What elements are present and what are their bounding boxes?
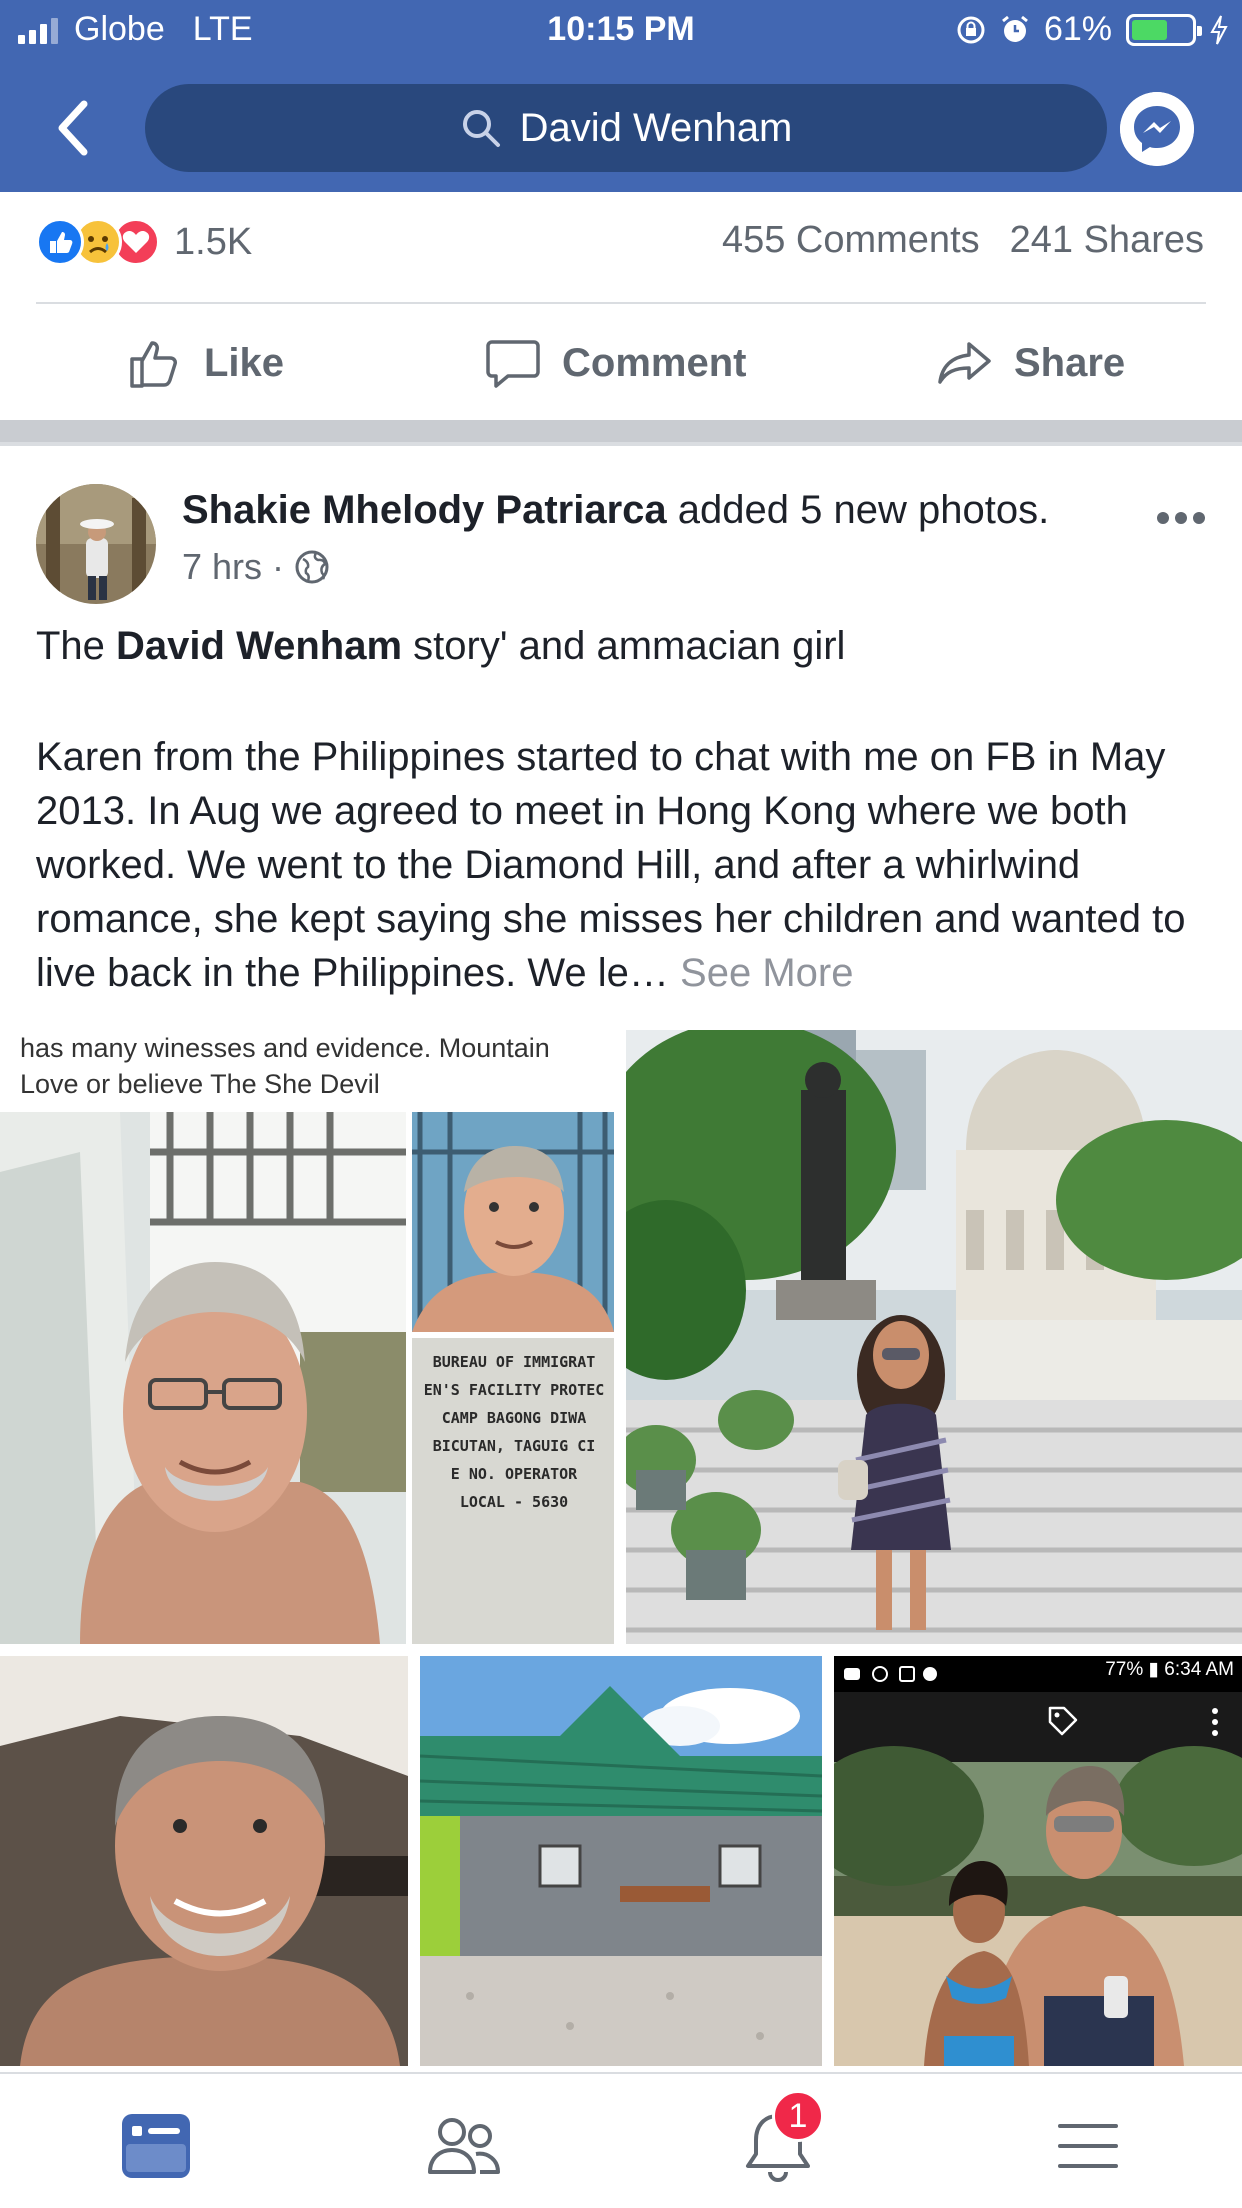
reaction-count: 1.5K [174,220,253,263]
photo-couple-beach[interactable]: 77% ▮ 6:34 AM [834,1656,1242,2066]
share-label: Share [1014,340,1126,385]
comment-icon [486,340,540,388]
menu-icon [1058,2124,1118,2168]
tagged-page-link[interactable]: David Wenham [116,624,402,668]
tag-icon [1048,1706,1078,1736]
photo-woman-statue[interactable] [626,1030,1242,1644]
notification-badge: 1 [772,2090,824,2142]
tab-friends[interactable] [424,2106,504,2186]
see-more-link[interactable]: See More [669,951,853,995]
post-time[interactable]: 7 hrs [182,546,262,588]
author-name[interactable]: Shakie Mhelody Patriarca [182,488,667,532]
tab-notifications[interactable]: 1 [738,2090,824,2186]
search-bar[interactable]: David Wenham [145,84,1107,172]
feed-separator [0,420,1242,446]
comments-count[interactable]: 455 Comments [722,219,980,262]
share-button[interactable]: Share [936,334,1125,392]
photo-house[interactable] [420,1656,822,2066]
tab-news-feed[interactable] [116,2106,196,2186]
post-title: The David Wenham story' and ammacian gir… [36,624,846,668]
post-body: Karen from the Philippines started to ch… [36,730,1216,1000]
photo-man-selfie[interactable] [0,1656,408,2066]
thumbs-up-icon [130,341,177,388]
back-arrow-icon[interactable] [50,96,98,160]
battery-icon [1126,13,1202,46]
post-body-text: Karen from the Philippines started to ch… [36,735,1186,995]
phone-status-text: 77% ▮ 6:34 AM [1105,1659,1234,1680]
document-text: BUREAU OF IMMIGRAT EN'S FACILITY PROTEC … [423,1353,605,1511]
reaction-summary[interactable]: 1.5K [36,218,252,266]
comment-button[interactable]: Comment [484,334,746,392]
post-actions: Like Comment Share [0,304,1242,418]
status-bar: Globe LTE 10:15 PM 61% [0,0,1242,64]
messenger-icon[interactable] [1120,92,1194,166]
news-feed-icon [122,2114,190,2178]
top-bar: Globe LTE 10:15 PM 61% David Wenham [0,0,1242,192]
friends-icon [428,2118,500,2174]
share-icon [938,342,991,384]
tab-menu[interactable] [1048,2106,1128,2186]
search-text: David Wenham [519,105,793,150]
more-options-icon[interactable] [1157,512,1205,524]
post-action-text: added 5 new photos. [666,488,1050,532]
like-icon [36,218,84,266]
charging-icon [1210,15,1228,44]
comment-label: Comment [562,340,747,385]
globe-icon [295,550,329,584]
collage-caption-line1: has many winesses and evidence. Mountain [20,1033,550,1063]
search-icon [462,110,500,147]
like-label: Like [204,340,285,385]
shares-count[interactable]: 241 Shares [1010,219,1204,262]
photo-collage[interactable]: has many winesses and evidence. Mountain… [0,1030,614,1644]
author-avatar[interactable] [36,484,156,604]
like-button[interactable]: Like [126,334,284,392]
kebab-menu-icon [1212,1708,1218,1736]
collage-caption-line2: Love or believe The She Devil [20,1069,380,1099]
alarm-icon [1002,15,1028,42]
battery-percent: 61% [1043,10,1112,48]
tab-bar: 1 [0,2072,1242,2208]
orientation-lock-icon [957,16,985,43]
phone-notification-icons [844,1666,937,1682]
